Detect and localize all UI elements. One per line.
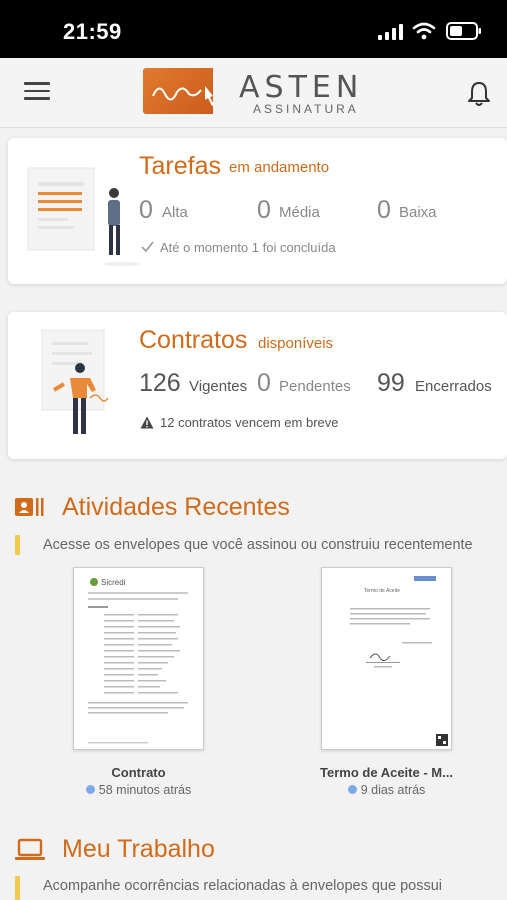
recent-accent-bar — [15, 535, 20, 555]
logo-brand-text: ASTEN — [239, 70, 364, 105]
contracts-card[interactable]: Contratos disponíveis 126 Vigentes 0 Pen… — [8, 312, 507, 459]
recent-doc-thumbnail[interactable]: Sicredi — [73, 567, 204, 750]
recent-doc-time-text: 58 minutos atrás — [98, 783, 192, 797]
app-logo: ASTEN ASSINATURA — [143, 68, 388, 116]
app-header: ASTEN ASSINATURA — [0, 58, 507, 128]
tasks-title: Tarefas — [139, 152, 221, 180]
my-work-accent-bar — [15, 876, 20, 900]
recent-doc-name[interactable]: Termo de Aceite - M... — [306, 765, 467, 780]
recent-activities-title: Atividades Recentes — [62, 493, 290, 521]
status-time: 21:59 — [63, 19, 122, 44]
contracts-title: Contratos — [139, 326, 248, 354]
document-preview-icon: Sicredi — [88, 578, 188, 744]
my-work-title: Meu Trabalho — [62, 835, 215, 863]
contracts-active-count: 126 — [139, 369, 181, 397]
contracts-note: 12 contratos vencem em breve — [160, 415, 339, 430]
battery-icon — [446, 22, 481, 40]
tasks-card[interactable]: Tarefas em andamento 0 Alta 0 Média 0 Ba… — [8, 138, 507, 284]
document-preview-icon: Termo de Aceite — [350, 576, 448, 746]
contracts-active-label: Vigentes — [189, 378, 248, 395]
recent-doc-time-text: 9 dias atrás — [360, 783, 426, 797]
hamburger-menu-icon[interactable] — [24, 82, 50, 104]
recent-doc-time: 9 dias atrás — [306, 783, 467, 797]
tasks-illustration — [27, 167, 140, 266]
logo-sub-text: ASSINATURA — [253, 102, 359, 116]
contracts-illustration — [41, 329, 109, 434]
warning-icon — [140, 416, 154, 429]
wifi-icon — [412, 22, 436, 40]
recent-doc-thumbnail[interactable]: Termo de Aceite — [321, 567, 452, 750]
signature-logo-mark — [143, 68, 237, 114]
contacts-card-icon — [15, 498, 44, 516]
signal-icon — [378, 24, 403, 40]
contracts-closed-count: 99 — [377, 369, 405, 397]
recent-doc-name[interactable]: Contrato — [63, 765, 214, 780]
status-dot-icon — [85, 785, 95, 794]
status-bar: 21:59 — [0, 0, 507, 58]
recent-activities-description: Acesse os envelopes que você assinou ou … — [43, 537, 473, 553]
tasks-note: Até o momento 1 foi concluída — [160, 240, 336, 255]
check-icon — [141, 241, 154, 252]
contracts-subtitle: disponíveis — [258, 335, 334, 352]
doc-header-text: Termo de Aceite — [364, 588, 400, 594]
bell-icon[interactable] — [466, 80, 492, 108]
tasks-high-count: 0 — [139, 196, 153, 224]
tasks-high-label: Alta — [162, 204, 188, 221]
doc-header-text: Sicredi — [101, 578, 126, 587]
tasks-low-count: 0 — [377, 196, 391, 224]
tasks-low-label: Baixa — [399, 204, 437, 221]
tasks-medium-count: 0 — [257, 196, 271, 224]
laptop-icon — [15, 838, 45, 860]
tasks-medium-label: Média — [279, 204, 320, 221]
contracts-pending-count: 0 — [257, 369, 271, 397]
contracts-pending-label: Pendentes — [279, 378, 351, 395]
contracts-closed-label: Encerrados — [415, 378, 492, 395]
recent-doc-time: 58 minutos atrás — [63, 783, 214, 797]
my-work-description: Acompanhe ocorrências relacionadas à env… — [43, 878, 443, 894]
tasks-subtitle: em andamento — [229, 159, 330, 176]
status-dot-icon — [347, 785, 357, 794]
